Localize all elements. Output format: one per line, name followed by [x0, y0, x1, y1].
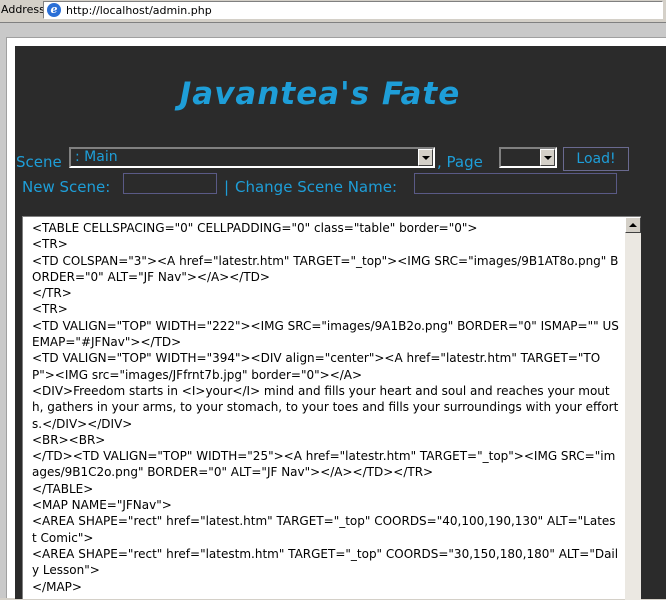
scene-label: Scene: [16, 153, 62, 171]
page-select[interactable]: [499, 147, 557, 168]
address-input[interactable]: e http://localhost/admin.php: [43, 1, 663, 19]
scene-select-value: : Main: [75, 149, 118, 165]
admin-panel: Javantea's Fate Scene : Main , Page Load…: [15, 46, 666, 600]
new-scene-label: New Scene:: [22, 178, 111, 196]
page-title: Javantea's Fate: [179, 76, 461, 112]
change-scene-input[interactable]: [414, 173, 617, 194]
page-frame: Javantea's Fate Scene : Main , Page Load…: [6, 37, 666, 600]
address-url[interactable]: http://localhost/admin.php: [66, 4, 212, 17]
scroll-up-icon[interactable]: [625, 217, 641, 233]
scene-select[interactable]: : Main: [69, 147, 435, 168]
change-scene-label: Change Scene Name:: [235, 178, 398, 196]
address-label: Address: [1, 3, 45, 16]
page-label: , Page: [437, 153, 483, 171]
new-scene-input[interactable]: [123, 173, 217, 194]
load-button[interactable]: Load!: [563, 147, 629, 171]
ie-page-icon: e: [47, 3, 61, 17]
chevron-down-icon[interactable]: [540, 149, 555, 166]
separator: |: [224, 178, 230, 196]
address-bar: Address e http://localhost/admin.php: [0, 0, 666, 23]
chevron-down-icon[interactable]: [418, 149, 433, 166]
vertical-scrollbar[interactable]: [625, 217, 641, 600]
scene-html-editor[interactable]: <TABLE CELLSPACING="0" CELLPADDING="0" c…: [22, 216, 641, 600]
page-content: Javantea's Fate Scene : Main , Page Load…: [0, 23, 666, 600]
editor-content[interactable]: <TABLE CELLSPACING="0" CELLPADDING="0" c…: [32, 220, 620, 595]
